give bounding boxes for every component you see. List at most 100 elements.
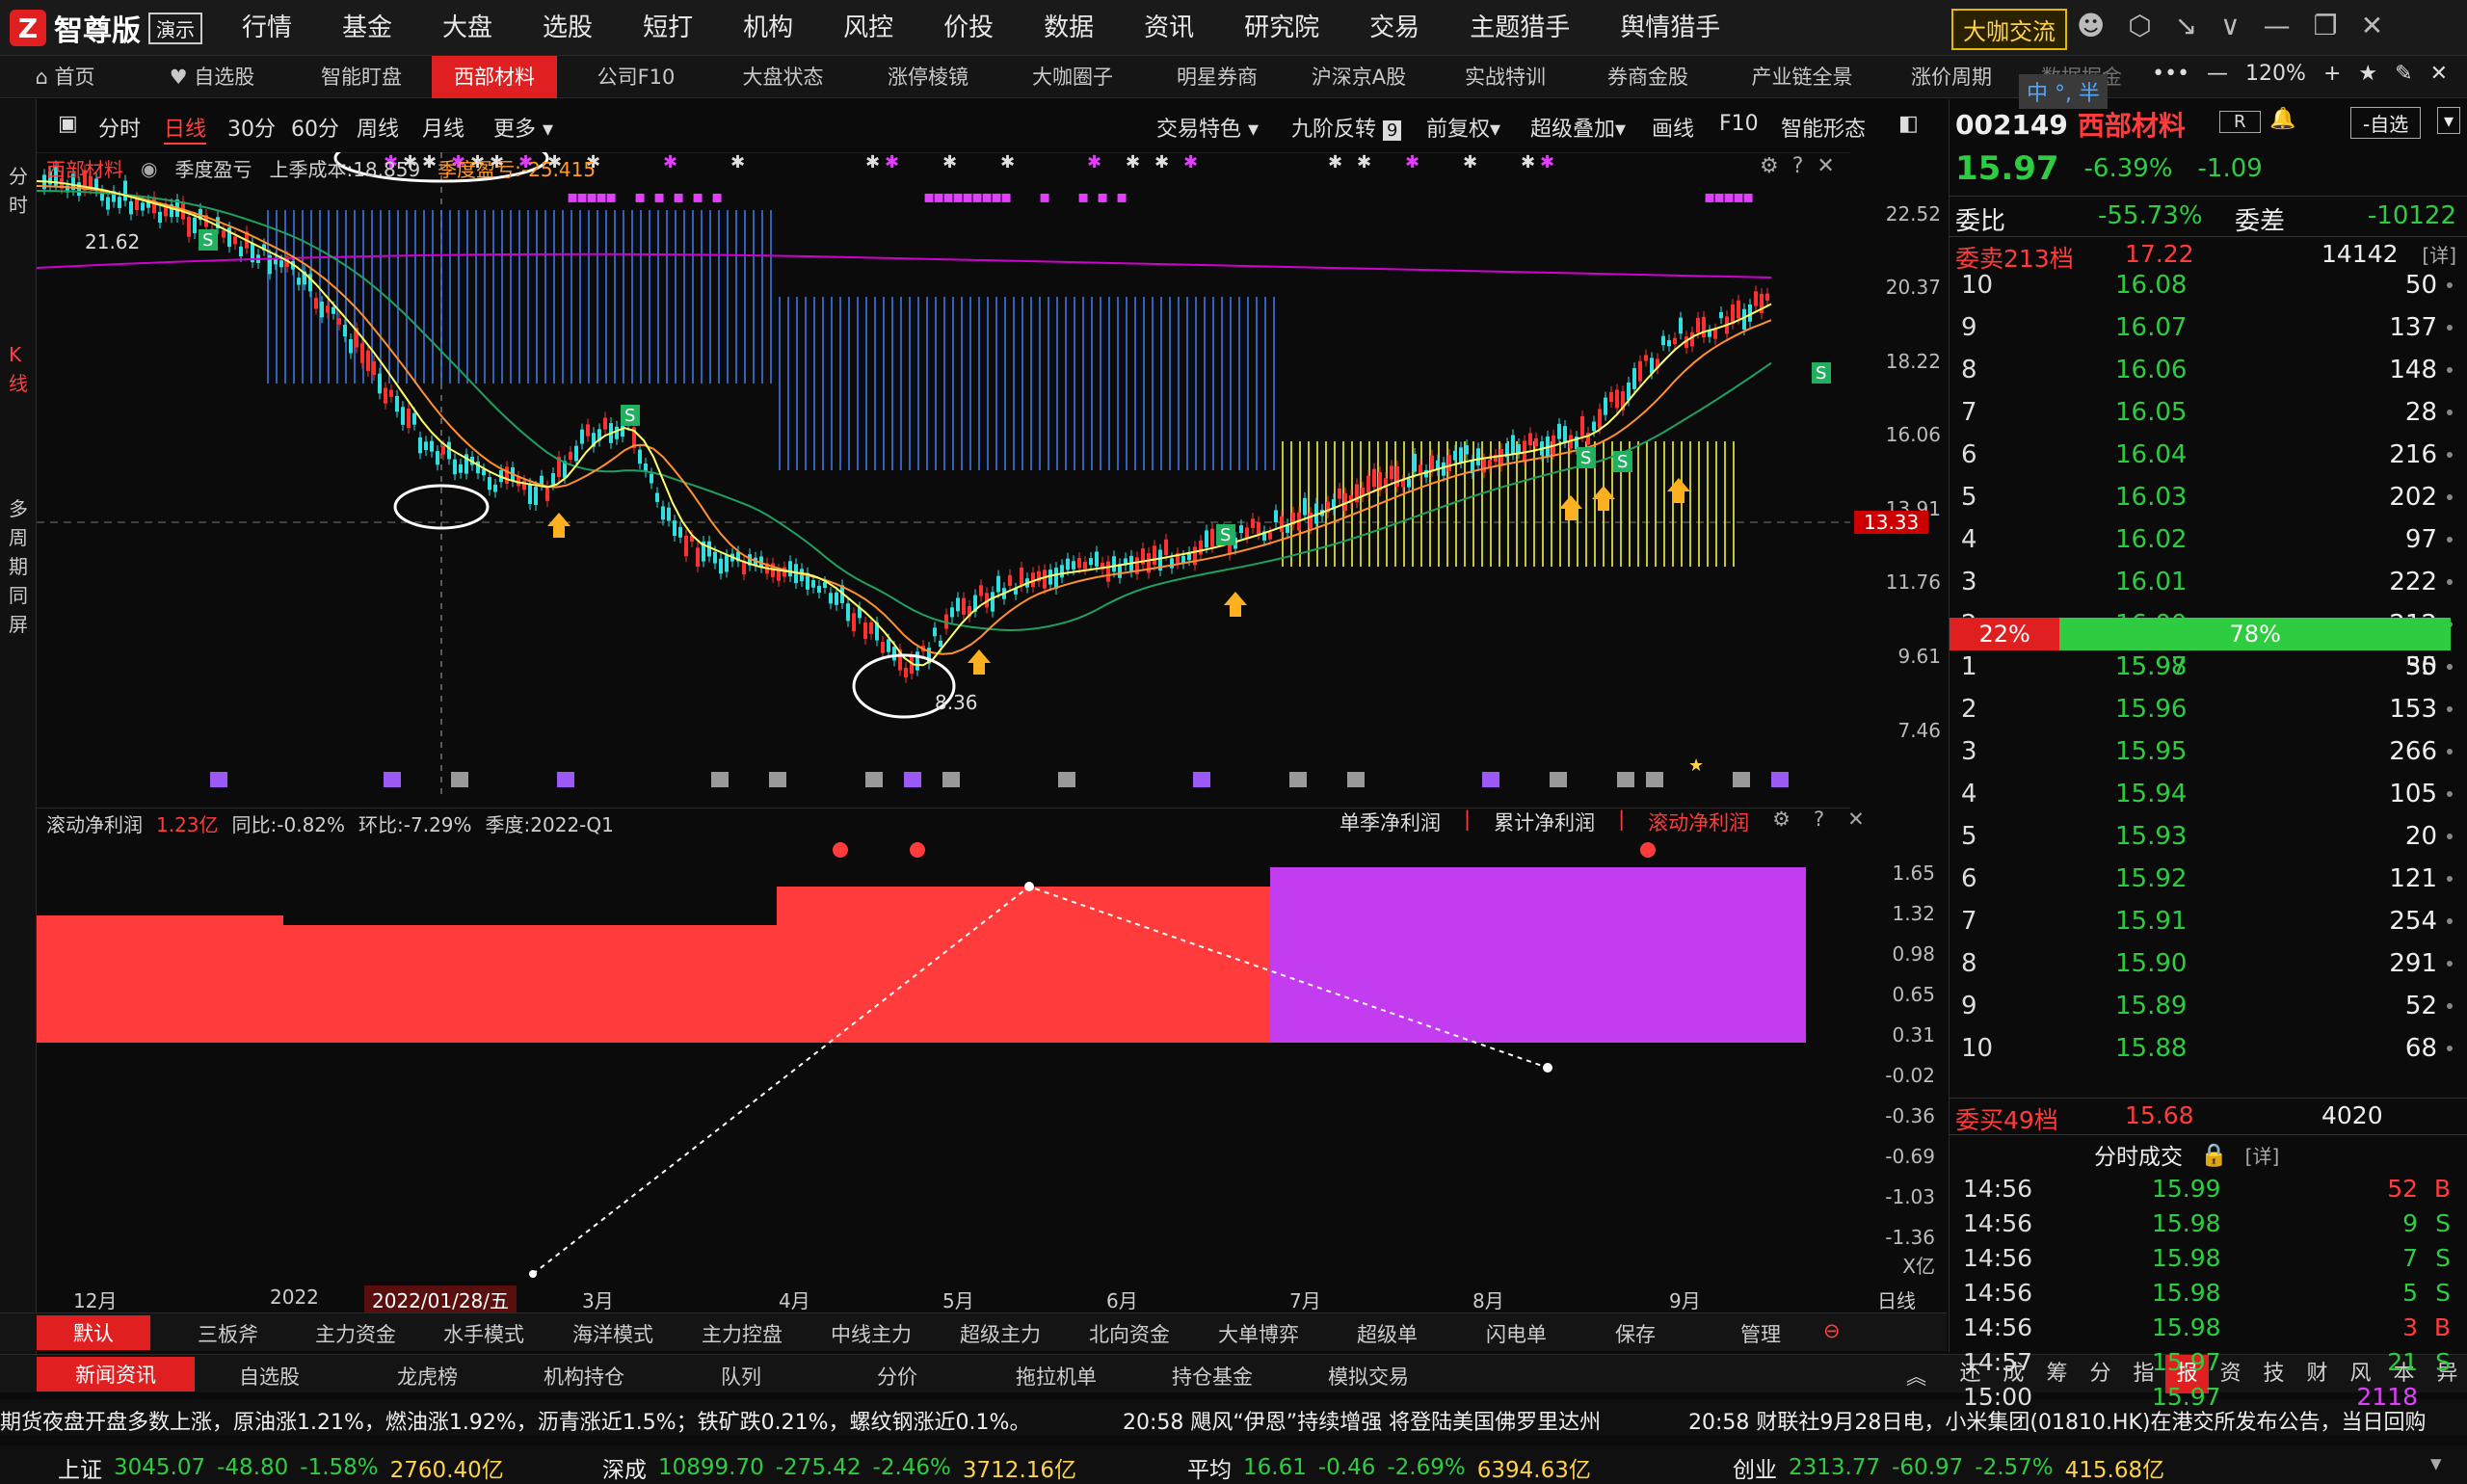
chevron-down-icon[interactable]: ▾ bbox=[2430, 1451, 2442, 1476]
tab-star-brokers[interactable]: 明星券商 bbox=[1150, 56, 1285, 98]
info-tab[interactable]: 队列 bbox=[721, 1362, 761, 1391]
view-multi-period[interactable]: 多周期同屏 bbox=[9, 494, 28, 639]
menu-item-zixun[interactable]: 资讯 bbox=[1119, 10, 1219, 46]
close-icon[interactable]: ✕ bbox=[1817, 154, 1834, 178]
tab-stock[interactable]: 西部材料 bbox=[432, 56, 557, 98]
order-book-row[interactable]: 8 16.06 148 bbox=[1961, 356, 2453, 394]
ticks-detail-link[interactable]: [详] bbox=[2245, 1141, 2280, 1169]
info-tab[interactable]: 分价 bbox=[877, 1362, 917, 1391]
tab-a-shares[interactable]: 沪深京A股 bbox=[1291, 56, 1426, 98]
tool-trade-feature[interactable]: 交易特色 ▾ bbox=[1156, 112, 1259, 143]
template-item[interactable]: 水手模式 bbox=[443, 1319, 524, 1348]
net-profit-chart[interactable] bbox=[37, 808, 1850, 1280]
order-book-row[interactable]: 9 16.07 137 bbox=[1961, 313, 2453, 352]
order-book-row[interactable]: 7 15.91 254 bbox=[1961, 907, 2453, 945]
bell-icon[interactable]: 🔔 bbox=[2269, 107, 2295, 131]
order-book-row[interactable]: 2 15.96 153 bbox=[1961, 695, 2453, 733]
tab-smart-monitor[interactable]: 智能盯盘 bbox=[299, 56, 424, 98]
index-avg[interactable]: 平均 16.61 -0.46 -2.69% 6394.63亿 bbox=[1187, 1451, 1591, 1484]
order-book-row[interactable]: 4 16.02 97 bbox=[1961, 525, 2453, 564]
period-30min[interactable]: 30分 bbox=[227, 112, 276, 143]
kline-chart[interactable]: ✱ ✱ ✱ ✱ ✱ ✱ ✱ ✱ ✱ ✱ ✱ ✱ ✱ ✱ ✱ ✱ ✱ ✱ ✱ ✱ ✱ ✱ ✱ ✱ ✱▪▪▪▪▪ ▪ ▪ ▪ ▪ ▪ ▪▪▪▪▪… bbox=[37, 152, 1850, 798]
tab-broker-stocks[interactable]: 券商金股 bbox=[1580, 56, 1715, 98]
menu-item-jiatou[interactable]: 价投 bbox=[918, 10, 1019, 46]
order-book-row[interactable]: 1 15.97 55 bbox=[1961, 652, 2453, 691]
help-icon[interactable]: ? bbox=[1814, 808, 1824, 836]
tab-expert-circle[interactable]: 大咖圈子 bbox=[1005, 56, 1140, 98]
tab-single-quarter[interactable]: 单季净利润 bbox=[1340, 808, 1441, 836]
more-tabs-button[interactable]: ••• bbox=[2152, 62, 2189, 86]
menu-item-zhuti[interactable]: 主题猎手 bbox=[1445, 10, 1595, 46]
menu-item-jigou[interactable]: 机构 bbox=[718, 10, 818, 46]
info-tab[interactable]: 持仓基金 bbox=[1172, 1362, 1253, 1391]
order-book-row[interactable]: 8 15.90 291 bbox=[1961, 949, 2453, 988]
close-icon[interactable]: ✕ bbox=[2361, 10, 2383, 41]
template-item[interactable]: 超级主力 bbox=[960, 1319, 1041, 1348]
tab-price-cycle[interactable]: 涨价周期 bbox=[1884, 56, 2019, 98]
info-tab[interactable]: 自选股 bbox=[239, 1362, 300, 1391]
template-item[interactable]: 三板斧 bbox=[198, 1319, 258, 1348]
menu-item-yanjiuyuan[interactable]: 研究院 bbox=[1219, 10, 1344, 46]
close-tab-icon[interactable]: ✕ bbox=[2430, 62, 2448, 86]
period-fenshi[interactable]: 分时 bbox=[98, 112, 141, 143]
info-tab[interactable]: 模拟交易 bbox=[1328, 1362, 1409, 1391]
order-book-row[interactable]: 6 15.92 121 bbox=[1961, 864, 2453, 903]
news-item[interactable]: 期货夜盘开盘多数上涨，原油涨1.21%，燃油涨1.92%，沥青涨近1.5%；铁矿… bbox=[0, 1405, 1030, 1436]
period-more[interactable]: 更多 ▾ bbox=[493, 112, 553, 143]
order-book-row[interactable]: 3 15.95 266 bbox=[1961, 737, 2453, 776]
tab-training[interactable]: 实战特训 bbox=[1438, 56, 1573, 98]
menu-item-dapan[interactable]: 大盘 bbox=[417, 10, 517, 46]
order-book-row[interactable]: 5 15.93 20 bbox=[1961, 822, 2453, 861]
toggle-watch-button[interactable]: -自选 bbox=[2350, 107, 2422, 139]
view-kline[interactable]: K线 bbox=[9, 340, 28, 398]
template-save[interactable]: 保存 bbox=[1615, 1319, 1656, 1348]
tool-forward-adjust[interactable]: 前复权▾ bbox=[1426, 112, 1500, 143]
period-monthly[interactable]: 月线 bbox=[422, 112, 464, 143]
info-tab[interactable]: 龙虎榜 bbox=[397, 1362, 458, 1391]
template-item[interactable]: 主力控盘 bbox=[702, 1319, 783, 1348]
menu-item-jiaoyi[interactable]: 交易 bbox=[1344, 10, 1445, 46]
info-tab[interactable]: 拖拉机单 bbox=[1016, 1362, 1097, 1391]
app-logo[interactable]: Z 智尊版 演示 bbox=[10, 8, 202, 48]
template-item[interactable]: 大单博弈 bbox=[1218, 1319, 1299, 1348]
layout-toggle-icon[interactable]: ▣ bbox=[58, 112, 78, 136]
template-item[interactable]: 北向资金 bbox=[1089, 1319, 1170, 1348]
tool-super-overlay[interactable]: 超级叠加▾ bbox=[1530, 112, 1626, 143]
menu-item-jijin[interactable]: 基金 bbox=[317, 10, 417, 46]
info-tab-news[interactable]: 新闻资讯 bbox=[37, 1357, 195, 1391]
menu-item-fengkong[interactable]: 风控 bbox=[818, 10, 918, 46]
zoom-out-icon[interactable]: — bbox=[2207, 62, 2228, 86]
menu-item-shuju[interactable]: 数据 bbox=[1019, 10, 1119, 46]
index-sh[interactable]: 上证 3045.07 -48.80 -1.58% 2760.40亿 bbox=[58, 1451, 504, 1484]
tab-f10[interactable]: 公司F10 bbox=[569, 56, 703, 98]
template-item[interactable]: 闪电单 bbox=[1486, 1319, 1547, 1348]
menu-item-yuqing[interactable]: 舆情猎手 bbox=[1595, 10, 1745, 46]
order-book-row[interactable]: 3 16.01 222 bbox=[1961, 568, 2453, 606]
tab-home[interactable]: ⌂ 首页 bbox=[0, 56, 130, 98]
user-icon[interactable]: ☻ bbox=[2077, 10, 2105, 41]
order-book-row[interactable]: 5 16.03 202 bbox=[1961, 483, 2453, 521]
template-item[interactable]: 海洋模式 bbox=[572, 1319, 653, 1348]
period-daily[interactable]: 日线 bbox=[164, 112, 207, 145]
detail-link[interactable]: [详] bbox=[2422, 240, 2456, 268]
minimize-icon[interactable]: — bbox=[2264, 10, 2291, 41]
tool-smart-pattern[interactable]: 智能形态 bbox=[1781, 112, 1866, 143]
zoom-in-icon[interactable]: + bbox=[2323, 62, 2341, 86]
period-weekly[interactable]: 周线 bbox=[357, 112, 399, 143]
order-book-row[interactable]: 10 15.88 68 bbox=[1961, 1034, 2453, 1073]
menu-item-duanda[interactable]: 短打 bbox=[618, 10, 718, 46]
info-tab[interactable]: 机构持仓 bbox=[544, 1362, 624, 1391]
settings-icon[interactable]: ⚙ bbox=[1772, 808, 1791, 836]
order-book-row[interactable]: 7 16.05 28 bbox=[1961, 398, 2453, 437]
tab-industry-chain[interactable]: 产业链全景 bbox=[1725, 56, 1879, 98]
indicator-dropdown-icon[interactable]: ◉ bbox=[141, 157, 157, 180]
tab-watchlist[interactable]: ♥ 自选股 bbox=[135, 56, 289, 98]
settings-icon[interactable]: ⬡ bbox=[2128, 10, 2151, 41]
index-sz[interactable]: 深成 10899.70 -275.42 -2.46% 3712.16亿 bbox=[602, 1451, 1076, 1484]
template-item[interactable]: 超级单 bbox=[1357, 1319, 1418, 1348]
tool-draw-line[interactable]: 画线 bbox=[1652, 112, 1694, 143]
menu-item-hangqing[interactable]: 行情 bbox=[217, 10, 317, 46]
lock-icon[interactable]: 🔒 bbox=[2200, 1142, 2228, 1168]
tab-limit-prism[interactable]: 涨停棱镜 bbox=[861, 56, 995, 98]
menu-item-xuangu[interactable]: 选股 bbox=[517, 10, 618, 46]
